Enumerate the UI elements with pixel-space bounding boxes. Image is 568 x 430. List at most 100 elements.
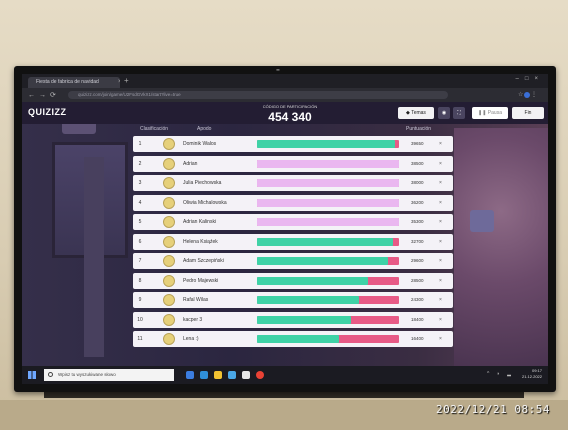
player-name: Rafal Wilas: [183, 297, 209, 303]
clock-date: 21.12.2022: [521, 374, 542, 379]
player-score: 18400: [411, 316, 424, 322]
new-tab-icon[interactable]: +: [124, 76, 129, 85]
pause-button[interactable]: ❚❚ Pausa: [472, 107, 508, 119]
leaderboard-row: 4 Oliwia Michalowska 36200 ×: [133, 194, 453, 211]
taskbar-search-input[interactable]: Wpisz tu wyszukiwane słowo: [44, 369, 174, 381]
player-avatar: [163, 196, 175, 209]
remove-player-icon[interactable]: ×: [439, 175, 442, 191]
rank-number: 9: [138, 297, 142, 303]
progress-bar: [257, 315, 399, 324]
window-controls[interactable]: –□×: [516, 76, 544, 82]
visibility-toggle-button[interactable]: ◉: [438, 107, 450, 119]
progress-bar: [257, 296, 399, 304]
progress-fill: [257, 159, 399, 168]
remove-player-icon[interactable]: ×: [439, 214, 442, 230]
pause-icon: ❚❚: [478, 110, 488, 116]
progress-fill: [257, 315, 351, 324]
remove-player-icon[interactable]: ×: [439, 195, 442, 211]
leaderboard-row: 10 kacper 3 18400 ×: [133, 311, 453, 328]
player-score: 28500: [411, 277, 424, 283]
rank-number: 1: [138, 141, 142, 147]
leaderboard-row: 1 Dominik Walos 39650 ×: [133, 136, 453, 152]
progress-fill: [257, 179, 399, 187]
progress-bar: [257, 198, 399, 207]
tv-brand-logo: ▬: [276, 67, 280, 72]
leaderboard-row: 6 Helena Ksiąźek 32700 ×: [133, 233, 453, 250]
rank-column-header: Clasificación: [140, 126, 169, 132]
player-name: Dominik Walos: [183, 141, 217, 147]
remove-player-icon[interactable]: ×: [439, 292, 442, 308]
join-code: 454 340: [268, 110, 312, 124]
player-avatar: [163, 255, 175, 267]
progress-bar: [257, 335, 399, 343]
player-name: Adrian Kalinski: [183, 219, 217, 225]
progress-bar: [257, 237, 399, 246]
progress-fill: [257, 257, 388, 265]
player-name: Julia Piechowska: [183, 180, 222, 186]
progress-bar: [257, 218, 399, 226]
player-score: 32700: [411, 238, 424, 244]
store-icon[interactable]: [228, 371, 236, 379]
score-column-header: Puntuación: [406, 126, 432, 132]
rank-number: 2: [138, 160, 142, 167]
player-avatar: [163, 313, 175, 326]
tv-stand: [44, 392, 524, 398]
remove-player-icon[interactable]: ×: [439, 273, 442, 289]
player-avatar: [163, 235, 175, 248]
player-score: 35300: [411, 219, 424, 224]
player-avatar: [163, 177, 175, 189]
search-icon: [48, 372, 53, 377]
close-icon[interactable]: ×: [118, 77, 120, 88]
remove-player-icon[interactable]: ×: [439, 234, 442, 250]
player-score: 36200: [411, 199, 424, 205]
remove-player-icon[interactable]: ×: [439, 156, 442, 172]
extension-icons[interactable]: ☆ ⋮: [518, 91, 540, 98]
character-illustration: [454, 128, 548, 366]
windows-start-icon[interactable]: [28, 371, 36, 379]
leaderboard-row: 8 Pedro Majewski 28500 ×: [133, 272, 453, 289]
player-score: 38000: [411, 180, 424, 185]
player-name: Oliwia Michalowska: [183, 199, 227, 206]
player-score: 38500: [411, 160, 424, 166]
system-tray-icons[interactable]: ^ ◗ ▂: [487, 371, 514, 377]
progress-fill: [257, 218, 399, 226]
edge-browser-icon[interactable]: [200, 371, 208, 379]
player-name: Adam Szczepiński: [183, 258, 224, 264]
rank-number: 10: [137, 316, 143, 323]
browser-tab-bar: Fiesta de fabrica de navidad × + –□×: [22, 74, 548, 88]
chrome-icon[interactable]: [256, 371, 264, 379]
progress-bar: [257, 159, 399, 168]
themes-button[interactable]: ◆ Temas: [398, 107, 434, 119]
fullscreen-button[interactable]: ⛶: [453, 107, 465, 119]
rank-number: 5: [138, 219, 142, 225]
url-field[interactable]: quizizz.com/join/game/U2FsdGVkX1/start?l…: [68, 91, 448, 99]
join-code-label: CÓDIGO DE PARTICIPACIÓN: [262, 104, 318, 109]
player-avatar: [163, 138, 175, 150]
player-name: Pedro Majewski: [183, 277, 219, 284]
end-button[interactable]: Fin: [512, 107, 544, 119]
pillar-decoration: [84, 157, 104, 357]
browser-tab[interactable]: Fiesta de fabrica de navidad ×: [28, 77, 120, 88]
remove-player-icon[interactable]: ×: [439, 312, 442, 328]
player-score: 24300: [411, 297, 424, 302]
navigation-icons[interactable]: ←→⟳: [28, 91, 60, 99]
remove-player-icon[interactable]: ×: [439, 253, 442, 269]
photo-timestamp: 2022/12/21 08:54: [436, 403, 550, 416]
file-explorer-icon[interactable]: [214, 371, 222, 379]
remove-player-icon[interactable]: ×: [439, 331, 442, 347]
rank-number: 8: [138, 277, 142, 284]
browser-address-bar: ←→⟳ quizizz.com/join/game/U2FsdGVkX1/sta…: [22, 88, 548, 102]
player-name: Lena :): [183, 336, 199, 342]
task-view-icon[interactable]: [186, 371, 194, 379]
progress-bar: [257, 257, 399, 265]
player-name: Helena Ksiąźek: [183, 238, 218, 245]
taskbar-clock[interactable]: 09:17 21.12.2022: [522, 368, 542, 380]
remove-player-icon[interactable]: ×: [439, 136, 442, 152]
player-avatar: [163, 333, 175, 345]
rank-number: 4: [138, 199, 142, 206]
progress-bar: [257, 276, 399, 285]
game-top-bar: QUIZIZZ CÓDIGO DE PARTICIPACIÓN 454 340 …: [22, 102, 548, 124]
progress-bar: [257, 140, 399, 148]
windows-taskbar: Wpisz tu wyszukiwane słowo ^ ◗ ▂ 09:17 2…: [22, 366, 548, 384]
app-icon[interactable]: [242, 371, 250, 379]
